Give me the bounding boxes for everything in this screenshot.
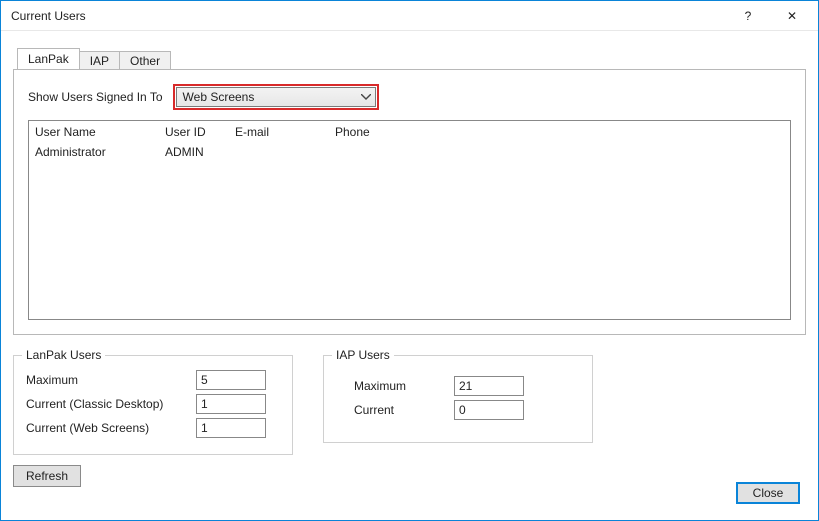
iap-current-value: 0 (454, 400, 524, 420)
window-title: Current Users (11, 9, 726, 23)
tab-other[interactable]: Other (119, 51, 171, 70)
cell-user-name: Administrator (29, 143, 159, 161)
iap-row-current: Current 0 (354, 400, 574, 420)
refresh-row: Refresh (13, 465, 293, 487)
window-buttons: ? ✕ (726, 2, 814, 30)
lanpak-desktop-value: 1 (196, 394, 266, 414)
col-phone[interactable]: Phone (329, 121, 429, 143)
lanpak-row-maximum: Maximum 5 (26, 370, 280, 390)
lanpak-web-value: 1 (196, 418, 266, 438)
lanpak-legend: LanPak Users (22, 348, 105, 362)
lanpak-column: LanPak Users Maximum 5 Current (Classic … (13, 355, 293, 487)
iap-row-maximum: Maximum 21 (354, 376, 574, 396)
help-icon: ? (745, 9, 752, 23)
tab-iap[interactable]: IAP (79, 51, 120, 70)
help-button[interactable]: ? (726, 2, 770, 30)
users-grid[interactable]: User Name User ID E-mail Phone Administr… (28, 120, 791, 320)
close-button[interactable]: Close (736, 482, 800, 504)
iap-current-label: Current (354, 403, 454, 417)
filter-combobox-highlight: Web Screens (173, 84, 379, 110)
iap-max-label: Maximum (354, 379, 454, 393)
dialog-window: Current Users ? ✕ LanPak IAP Other Show … (0, 0, 819, 521)
iap-users-group: IAP Users Maximum 21 Current 0 (323, 355, 593, 443)
iap-inner: Maximum 21 Current 0 (336, 366, 580, 430)
lanpak-row-current-web: Current (Web Screens) 1 (26, 418, 280, 438)
refresh-button[interactable]: Refresh (13, 465, 81, 487)
lanpak-users-group: LanPak Users Maximum 5 Current (Classic … (13, 355, 293, 455)
filter-label: Show Users Signed In To (28, 90, 163, 104)
filter-row: Show Users Signed In To Web Screens (28, 84, 791, 110)
tab-lanpak[interactable]: LanPak (17, 48, 80, 69)
close-icon: ✕ (787, 9, 797, 23)
filter-combobox-value: Web Screens (183, 90, 361, 104)
cell-user-id: ADMIN (159, 143, 229, 161)
lanpak-web-label: Current (Web Screens) (26, 421, 196, 435)
iap-legend: IAP Users (332, 348, 394, 362)
chevron-down-icon (361, 94, 371, 100)
lanpak-max-label: Maximum (26, 373, 196, 387)
tabstrip: LanPak IAP Other (13, 47, 806, 69)
col-user-name[interactable]: User Name (29, 121, 159, 143)
cell-email (229, 143, 329, 161)
lanpak-row-current-desktop: Current (Classic Desktop) 1 (26, 394, 280, 414)
cell-phone (329, 143, 429, 161)
dialog-footer: Close (736, 482, 800, 504)
tab-panel-lanpak: Show Users Signed In To Web Screens (13, 69, 806, 335)
bottom-panels: LanPak Users Maximum 5 Current (Classic … (13, 355, 806, 487)
table-row[interactable]: Administrator ADMIN (29, 143, 790, 161)
close-window-button[interactable]: ✕ (770, 2, 814, 30)
client-area: LanPak IAP Other Show Users Signed In To… (1, 31, 818, 520)
col-email[interactable]: E-mail (229, 121, 329, 143)
filter-combobox[interactable]: Web Screens (176, 87, 376, 107)
col-spacer (429, 121, 790, 143)
titlebar: Current Users ? ✕ (1, 1, 818, 31)
grid-header-row: User Name User ID E-mail Phone (29, 121, 790, 143)
col-user-id[interactable]: User ID (159, 121, 229, 143)
lanpak-max-value: 5 (196, 370, 266, 390)
iap-max-value: 21 (454, 376, 524, 396)
lanpak-desktop-label: Current (Classic Desktop) (26, 397, 196, 411)
